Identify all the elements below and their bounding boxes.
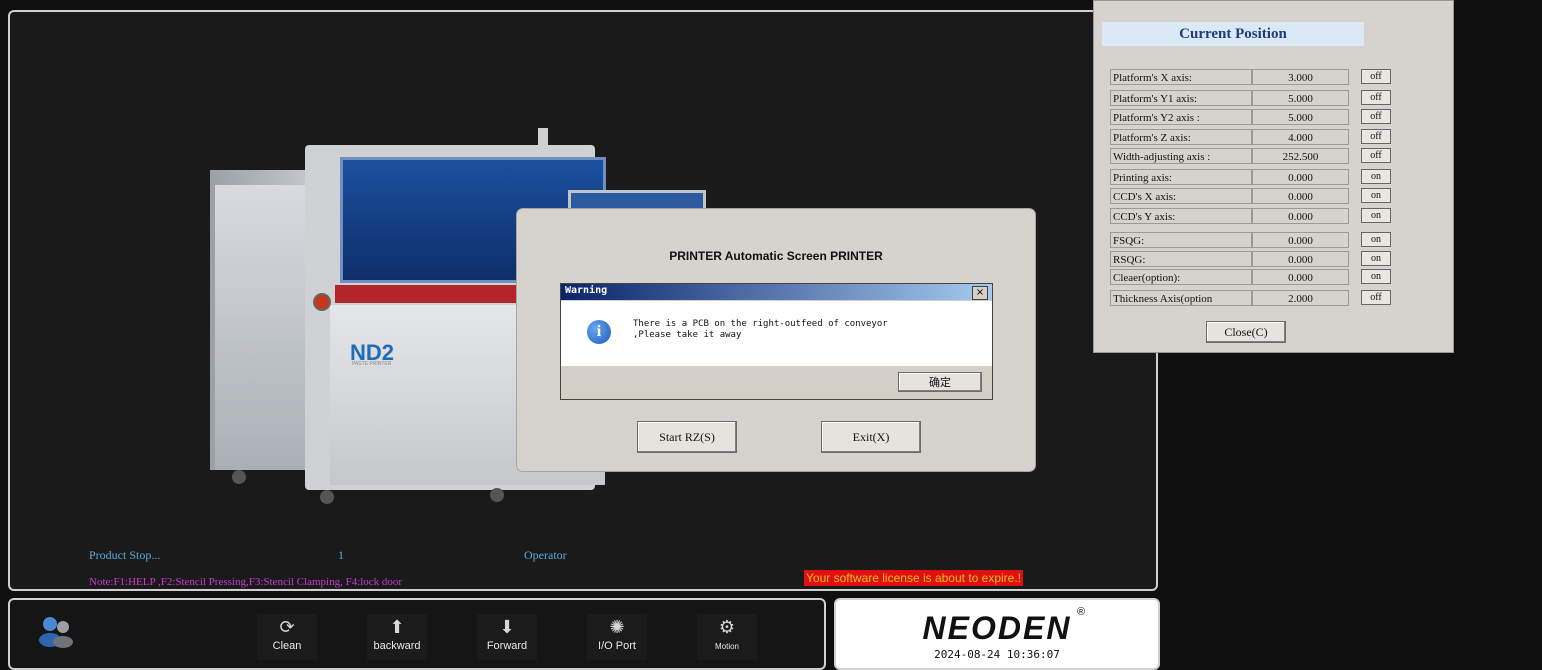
license-warning: Your software license is about to expire… [804, 570, 1024, 586]
users-icon[interactable] [36, 614, 76, 648]
position-row-state-toggle[interactable]: off [1361, 69, 1391, 84]
close-icon[interactable]: × [972, 286, 988, 300]
hotkey-note: Note:F1:HELP ,F2:Stencil Pressing,F3:Ste… [89, 576, 403, 588]
backward-label: backward [373, 640, 421, 652]
position-row-value: 0.000 [1252, 208, 1349, 224]
machine-subtitle: PASTE PRINTER [352, 361, 392, 367]
warning-titlebar[interactable]: Warning × [561, 284, 992, 300]
position-row-label: FSQG: [1110, 232, 1252, 248]
user-role: Operator [524, 548, 567, 562]
warning-ok-button[interactable]: 确定 [898, 372, 982, 392]
warning-message-line1: There is a PCB on the right-outfeed of c… [633, 319, 888, 329]
position-row-state-toggle[interactable]: on [1361, 188, 1391, 203]
warning-title: Warning [565, 285, 608, 296]
arrow-down-icon: ⬇ [499, 617, 515, 637]
position-row-value: 2.000 [1252, 290, 1349, 306]
position-row-state-toggle[interactable]: on [1361, 208, 1391, 223]
position-row-label: Platform's Y2 axis : [1110, 109, 1252, 125]
info-icon: i [587, 320, 611, 344]
product-count: 1 [338, 548, 344, 562]
position-row-value: 3.000 [1252, 69, 1349, 85]
position-row-state-toggle[interactable]: off [1361, 148, 1391, 163]
position-row-value: 0.000 [1252, 232, 1349, 248]
position-row-state-toggle[interactable]: off [1361, 290, 1391, 305]
wheel-icon [490, 488, 504, 502]
position-row-label: RSQG: [1110, 251, 1252, 267]
position-row-label: Thickness Axis(option [1110, 290, 1252, 306]
lightbulb-icon: ✺ [609, 617, 625, 637]
position-row-value: 0.000 [1252, 169, 1349, 185]
emergency-button-icon [313, 293, 331, 311]
wheel-icon [232, 470, 246, 484]
position-row-value: 4.000 [1252, 129, 1349, 145]
forward-button[interactable]: ⬇ Forward [477, 614, 537, 660]
position-row-value: 0.000 [1252, 188, 1349, 204]
dialog-title: PRINTER Automatic Screen PRINTER [669, 249, 883, 263]
position-row-state-toggle[interactable]: on [1361, 232, 1391, 247]
motion-label: Motion [714, 642, 739, 651]
position-row-label: Cleaer(option): [1110, 269, 1252, 285]
warning-message: There is a PCB on the right-outfeed of c… [633, 319, 888, 341]
bottom-toolbar: ⟳ Clean ⬆ backward ⬇ Forward ✺ I/O Port … [8, 598, 826, 670]
start-rz-button[interactable]: Start RZ(S) [637, 421, 737, 453]
position-row-value: 0.000 [1252, 269, 1349, 285]
position-row-value: 5.000 [1252, 90, 1349, 106]
position-panel-title: Current Position [1102, 22, 1364, 46]
warning-dialog: Warning × i There is a PCB on the right-… [560, 283, 993, 400]
io-port-label: I/O Port [598, 640, 636, 652]
current-position-panel: Current Position Platform's X axis: 3.000… [1093, 0, 1454, 353]
motion-button[interactable]: ⚙ Motion [697, 614, 757, 660]
machine-left-panel [215, 185, 315, 470]
arrow-up-icon: ⬆ [389, 617, 405, 637]
position-row-label: Printing axis: [1110, 169, 1252, 185]
position-row-state-toggle[interactable]: off [1361, 90, 1391, 105]
clean-label: Clean [272, 640, 302, 652]
position-row-state-toggle[interactable]: off [1361, 109, 1391, 124]
backward-button[interactable]: ⬆ backward [367, 614, 427, 660]
gear-icon: ⚙ [718, 617, 736, 637]
position-row-label: CCD's Y axis: [1110, 208, 1252, 224]
warning-message-line2: ,Please take it away [633, 330, 742, 340]
position-row-state-toggle[interactable]: on [1361, 169, 1391, 184]
position-row-label: Width-adjusting axis : [1110, 148, 1252, 164]
position-row-value: 5.000 [1252, 109, 1349, 125]
forward-label: Forward [486, 640, 528, 652]
position-row-value: 252.500 [1252, 148, 1349, 164]
position-row-state-toggle[interactable]: on [1361, 251, 1391, 266]
position-row-state-toggle[interactable]: off [1361, 129, 1391, 144]
system-datetime: 2024-08-24 10:36:07 [934, 648, 1060, 661]
warning-body: i There is a PCB on the right-outfeed of… [561, 301, 992, 366]
close-position-button[interactable]: Close(C) [1206, 321, 1286, 343]
clean-icon: ⟳ [279, 617, 295, 637]
position-row-label: CCD's X axis: [1110, 188, 1252, 204]
clean-button[interactable]: ⟳ Clean [257, 614, 317, 660]
position-row-value: 0.000 [1252, 251, 1349, 267]
product-status: Product Stop... [89, 548, 161, 562]
registered-mark: ® [1077, 606, 1086, 618]
position-row-label: Platform's Z axis: [1110, 129, 1252, 145]
io-port-button[interactable]: ✺ I/O Port [587, 614, 647, 660]
brand-panel: NEODEN ® 2024-08-24 10:36:07 [834, 598, 1160, 670]
position-row-label: Platform's Y1 axis: [1110, 90, 1252, 106]
position-row-state-toggle[interactable]: on [1361, 269, 1391, 284]
position-row-label: Platform's X axis: [1110, 69, 1252, 85]
exit-button[interactable]: Exit(X) [821, 421, 921, 453]
brand-logo: NEODEN [922, 610, 1072, 646]
wheel-icon [320, 490, 334, 504]
